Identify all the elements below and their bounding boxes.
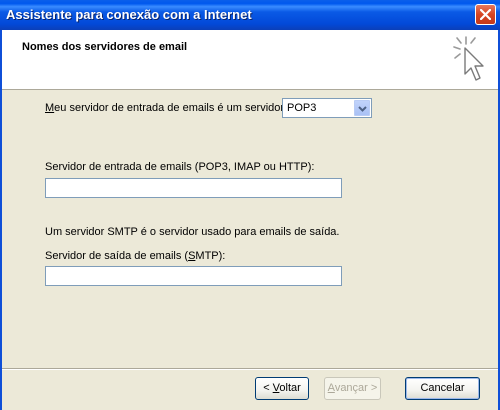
wizard-header: Nomes dos servidores de email	[2, 30, 498, 90]
incoming-type-label: Meu servidor de entrada de emails é um s…	[45, 102, 285, 114]
cancel-button[interactable]: Cancelar	[405, 377, 480, 400]
smtp-info-text: Um servidor SMTP é o servidor usado para…	[45, 226, 340, 238]
next-button[interactable]: Avançar >	[324, 377, 381, 400]
incoming-server-label: Servidor de entrada de emails (POP3, IMA…	[45, 161, 315, 173]
window-title: Assistente para conexão com a Internet	[6, 7, 252, 22]
chevron-down-icon	[358, 106, 367, 112]
incoming-server-input[interactable]	[45, 178, 342, 198]
dropdown-button[interactable]	[354, 100, 370, 116]
close-icon	[480, 9, 491, 20]
back-button[interactable]: < Voltar	[255, 377, 309, 400]
close-button[interactable]	[475, 4, 496, 25]
page-title: Nomes dos servidores de email	[22, 41, 188, 53]
outgoing-server-label: Servidor de saída de emails (SMTP):	[45, 250, 226, 262]
footer-divider	[2, 368, 498, 370]
incoming-server-type-select[interactable]: POP3	[282, 98, 372, 118]
incoming-server-type-value: POP3	[287, 102, 317, 114]
title-bar: Assistente para conexão com a Internet	[0, 0, 500, 30]
outgoing-server-input[interactable]	[45, 266, 342, 286]
wizard-cursor-icon	[453, 36, 484, 81]
